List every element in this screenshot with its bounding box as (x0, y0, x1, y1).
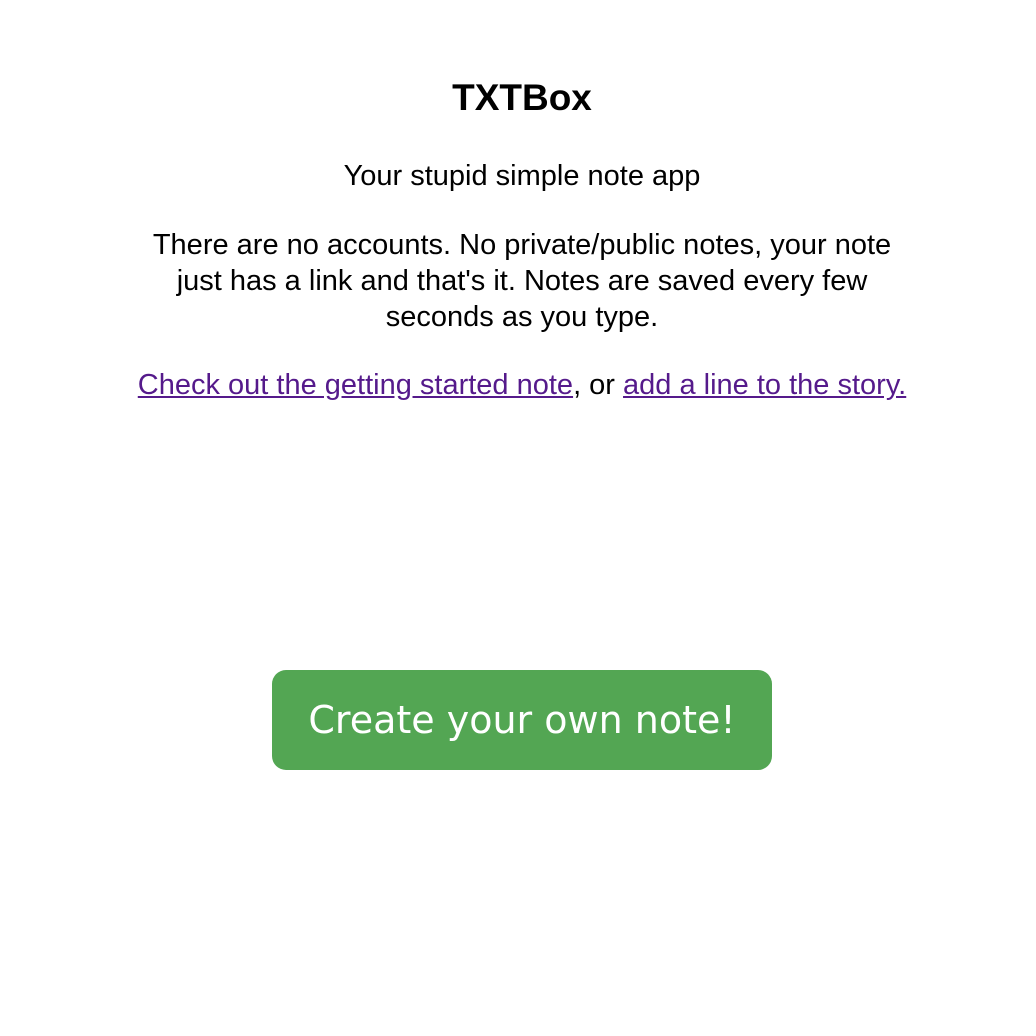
add-line-to-story-link[interactable]: add a line to the story. (623, 369, 906, 401)
links-separator: , or (573, 369, 624, 401)
create-note-button[interactable]: Create your own note! (272, 670, 772, 770)
page-title: TXTBox (452, 77, 592, 118)
app-description: There are no accounts. No private/public… (152, 229, 892, 333)
links-paragraph: Check out the getting started note, or a… (130, 367, 914, 403)
page-subtitle: Your stupid simple note app (343, 160, 701, 192)
getting-started-link[interactable]: Check out the getting started note (138, 369, 573, 401)
page: TXTBox Your stupid simple note app There… (0, 0, 1036, 1036)
